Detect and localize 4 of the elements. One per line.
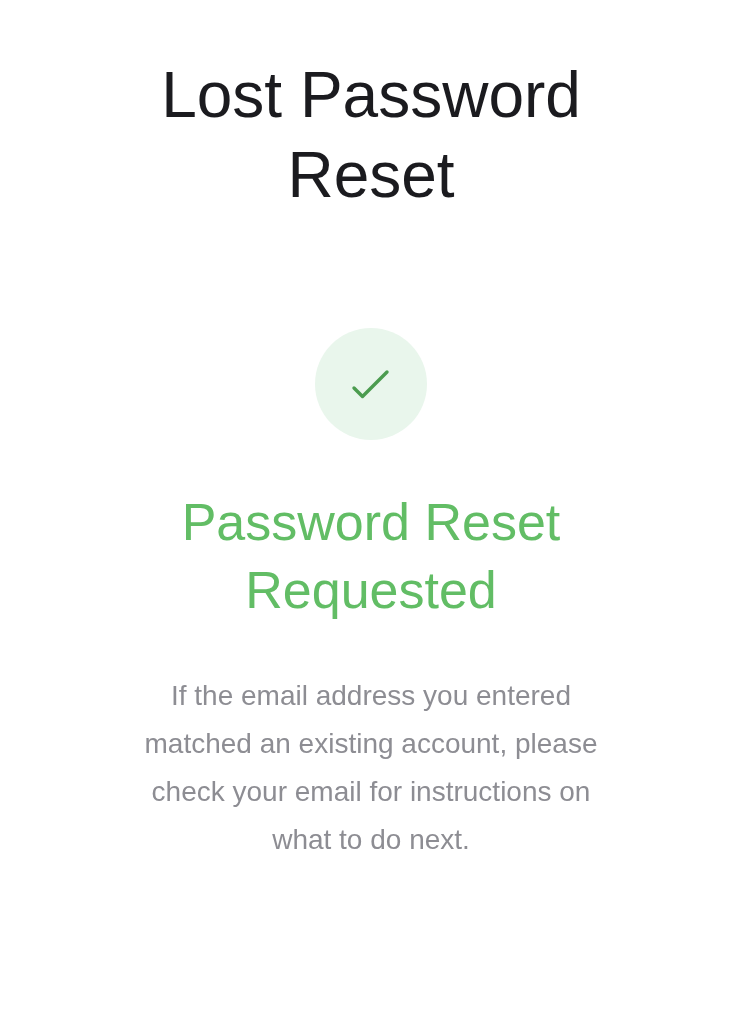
- confirmation-message: If the email address you entered matched an existing account, please check your email for instructions on what to do next.: [143, 679, 599, 857]
- page-title: Lost Password Reset: [160, 58, 582, 213]
- confirmation-heading: Password Reset Requested: [180, 492, 562, 621]
- check-icon: [315, 328, 427, 440]
